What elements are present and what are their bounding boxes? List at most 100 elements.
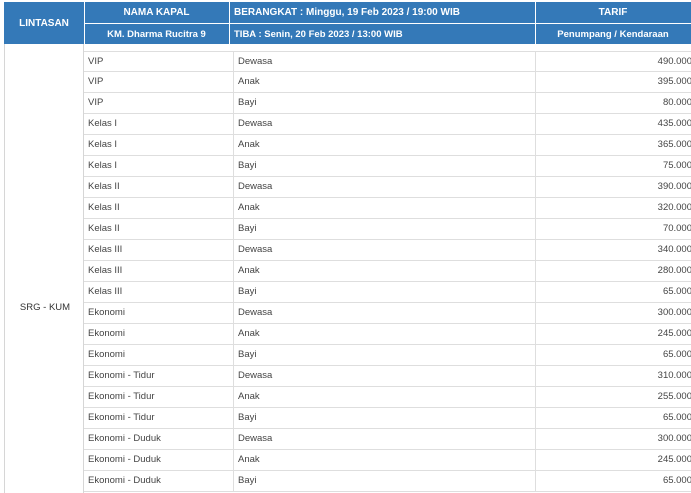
table-row: Kelas II Anak 320.000 — [84, 198, 691, 219]
table-row: Kelas I Anak 365.000 — [84, 135, 691, 156]
table-row: Ekonomi Dewasa 300.000 — [84, 303, 691, 324]
fare-cell: 390.000 — [535, 177, 691, 197]
fare-value: 65.000 — [662, 412, 691, 423]
fare-value: 245.000 — [657, 454, 691, 465]
category-cell: Anak — [233, 324, 260, 344]
fare-value: 300.000 — [657, 433, 691, 444]
lintasan-header: LINTASAN — [19, 17, 69, 29]
table-row: VIP Bayi 80.000 — [84, 93, 691, 114]
class-cell: Kelas I — [88, 118, 118, 129]
table-row: Ekonomi Anak 245.000 — [84, 324, 691, 345]
departure-info: BERANGKAT : Minggu, 19 Feb 2023 / 19:00 … — [234, 7, 460, 18]
class-cell: Kelas II — [88, 181, 120, 192]
table-row: VIP Dewasa 490.000 — [84, 51, 691, 72]
fare-value: 435.000 — [657, 118, 691, 129]
fare-value: 390.000 — [657, 181, 691, 192]
category-cell: Bayi — [233, 282, 256, 302]
table-row: Kelas II Bayi 70.000 — [84, 219, 691, 240]
table-row: Kelas III Anak 280.000 — [84, 261, 691, 282]
category-cell: Dewasa — [233, 240, 272, 260]
class-cell: Kelas III — [88, 265, 123, 276]
fare-cell: 365.000 — [535, 135, 691, 155]
fare-cell: 300.000 — [535, 429, 691, 449]
fare-cell: 65.000 — [535, 471, 691, 491]
fare-value: 80.000 — [662, 97, 691, 108]
fare-cell: 280.000 — [535, 261, 691, 281]
fare-value: 255.000 — [657, 391, 691, 402]
category-cell: Anak — [233, 387, 260, 407]
category-cell: Bayi — [233, 156, 256, 176]
fare-value: 395.000 — [657, 76, 691, 87]
class-cell: Kelas I — [88, 139, 118, 150]
table-header: LINTASAN NAMA KAPAL KM. Dharma Rucitra 9… — [4, 2, 691, 44]
table-row: Kelas II Dewasa 390.000 — [84, 177, 691, 198]
fare-cell: 65.000 — [535, 408, 691, 428]
fare-value: 245.000 — [657, 328, 691, 339]
category-cell: Bayi — [233, 345, 256, 365]
fare-cell: 80.000 — [535, 93, 691, 113]
class-cell: Ekonomi - Tidur — [88, 370, 155, 381]
fare-value: 320.000 — [657, 202, 691, 213]
class-cell: Ekonomi — [88, 328, 125, 339]
fare-value: 300.000 — [657, 307, 691, 318]
table-row: Ekonomi - Duduk Dewasa 300.000 — [84, 429, 691, 450]
tarif-header: TARIF — [598, 7, 628, 18]
fare-value: 365.000 — [657, 139, 691, 150]
fare-cell: 65.000 — [535, 282, 691, 302]
fare-value: 490.000 — [657, 56, 691, 67]
nama-kapal-header: NAMA KAPAL — [123, 7, 190, 18]
fare-cell: 245.000 — [535, 324, 691, 344]
fare-cell: 395.000 — [535, 72, 691, 92]
category-cell: Anak — [233, 198, 260, 218]
category-cell: Anak — [233, 72, 260, 92]
tarif-subheader: Penumpang / Kendaraan — [557, 28, 669, 40]
class-cell: Kelas III — [88, 286, 123, 297]
fare-cell: 65.000 — [535, 345, 691, 365]
table-row: Kelas III Dewasa 340.000 — [84, 240, 691, 261]
fare-value: 65.000 — [662, 475, 691, 486]
category-cell: Dewasa — [233, 177, 272, 197]
fare-value: 65.000 — [662, 349, 691, 360]
fare-rows: VIP Dewasa 490.000 VIP Anak 395.000 VIP Bayi 80.… — [84, 51, 691, 492]
fare-cell: 320.000 — [535, 198, 691, 218]
category-cell: Dewasa — [233, 114, 272, 134]
class-cell: Kelas II — [88, 202, 120, 213]
table-row: Ekonomi - Tidur Dewasa 310.000 — [84, 366, 691, 387]
arrival-info: TIBA : Senin, 20 Feb 2023 / 13:00 WIB — [234, 28, 403, 40]
route-label: SRG - KUM — [19, 302, 71, 313]
table-row: Kelas I Dewasa 435.000 — [84, 114, 691, 135]
category-cell: Dewasa — [233, 366, 272, 386]
class-cell: Ekonomi - Tidur — [88, 412, 155, 423]
class-cell: VIP — [88, 97, 104, 108]
class-cell: Kelas III — [88, 244, 123, 255]
ship-name: KM. Dharma Rucitra 9 — [107, 28, 206, 40]
category-cell: Anak — [233, 450, 260, 470]
fare-value: 75.000 — [662, 160, 691, 171]
class-cell: VIP — [88, 76, 104, 87]
fare-value: 310.000 — [657, 370, 691, 381]
fare-value: 70.000 — [662, 223, 691, 234]
class-cell: Ekonomi - Duduk — [88, 433, 161, 444]
category-cell: Dewasa — [233, 429, 272, 449]
fare-cell: 310.000 — [535, 366, 691, 386]
category-cell: Bayi — [233, 408, 256, 428]
fare-value: 65.000 — [662, 286, 691, 297]
category-cell: Bayi — [233, 471, 256, 491]
class-cell: VIP — [88, 56, 104, 67]
fare-cell: 435.000 — [535, 114, 691, 134]
class-cell: Kelas I — [88, 160, 118, 171]
category-cell: Dewasa — [233, 303, 272, 323]
fare-cell: 300.000 — [535, 303, 691, 323]
fare-value: 280.000 — [657, 265, 691, 276]
class-cell: Ekonomi — [88, 307, 125, 318]
fare-cell: 245.000 — [535, 450, 691, 470]
fare-cell: 75.000 — [535, 156, 691, 176]
fare-cell: 490.000 — [535, 52, 691, 72]
category-cell: Anak — [233, 135, 260, 155]
class-cell: Ekonomi - Duduk — [88, 475, 161, 486]
class-cell: Ekonomi - Tidur — [88, 391, 155, 402]
route-cell: SRG - KUM — [4, 44, 84, 493]
fare-cell: 70.000 — [535, 219, 691, 239]
category-cell: Anak — [233, 261, 260, 281]
table-row: Ekonomi - Duduk Anak 245.000 — [84, 450, 691, 471]
